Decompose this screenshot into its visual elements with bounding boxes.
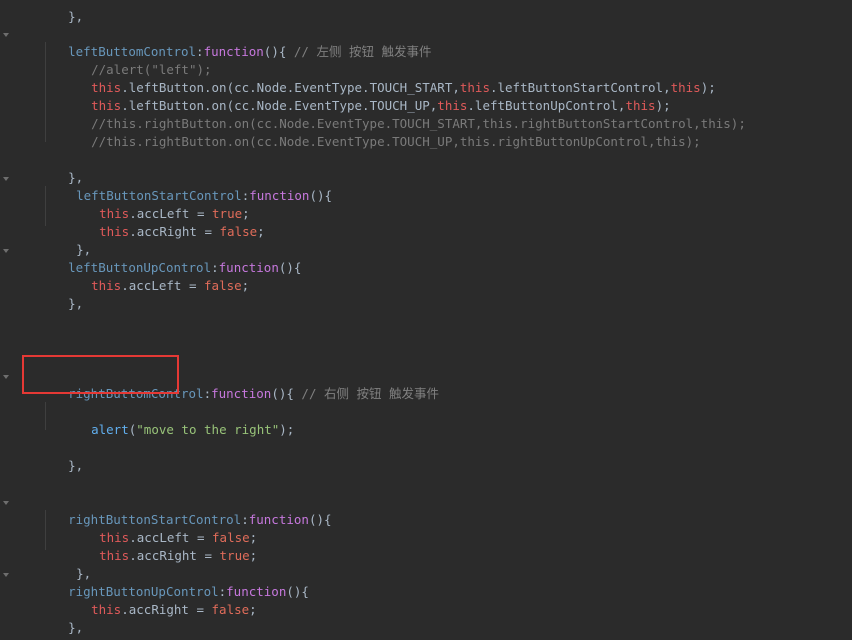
- paren: (){: [271, 386, 294, 401]
- comment: // 左侧 按钮 触发事件: [286, 44, 432, 59]
- code-line[interactable]: alert("move to the right");: [61, 403, 294, 437]
- fold-gutter: [0, 0, 14, 640]
- this-keyword: this: [99, 548, 130, 563]
- fold-arrow-icon[interactable]: [3, 375, 9, 379]
- code-line[interactable]: this.accLeft = true;: [69, 187, 250, 221]
- closing-brace: },: [68, 620, 84, 635]
- boolean-value: false: [211, 602, 250, 617]
- paren: (){: [263, 44, 287, 59]
- closing-brace: },: [68, 458, 84, 473]
- boolean-value: false: [204, 278, 242, 293]
- function-call: alert: [91, 422, 129, 437]
- function-keyword: function: [248, 512, 309, 527]
- function-keyword: function: [249, 188, 310, 203]
- this-keyword: this: [91, 602, 122, 617]
- code-line[interactable]: },: [46, 547, 91, 581]
- comment: // 右侧 按钮 触发事件: [293, 386, 440, 401]
- semicolon: ;: [249, 548, 258, 563]
- colon: :: [203, 386, 212, 401]
- code-line[interactable]: //this.rightButton.on(cc.Node.EventType.…: [61, 97, 746, 131]
- fold-arrow-icon[interactable]: [3, 501, 9, 505]
- code-line[interactable]: rightButtonUpControl:function(){: [38, 565, 309, 599]
- paren: (){: [286, 584, 309, 599]
- paren: );: [279, 422, 295, 437]
- code-line[interactable]: },: [38, 277, 83, 311]
- paren: (){: [308, 512, 332, 527]
- function-keyword: function: [203, 44, 264, 59]
- fold-arrow-icon[interactable]: [3, 573, 9, 577]
- code-text: );: [700, 80, 716, 95]
- code-line[interactable]: this.accRight = false;: [61, 583, 257, 617]
- code-line[interactable]: leftButtonStartControl:function(){: [46, 169, 332, 203]
- fold-arrow-icon[interactable]: [3, 249, 9, 253]
- this-keyword: this: [91, 278, 122, 293]
- comment: //this.rightButton.on(cc.Node.EventType.…: [91, 134, 701, 149]
- fold-arrow-icon[interactable]: [3, 177, 9, 181]
- semicolon: ;: [257, 224, 265, 239]
- boolean-value: true: [219, 548, 250, 563]
- code-text: .accRight =: [129, 548, 220, 563]
- fold-arrow-icon[interactable]: [3, 33, 9, 37]
- code-line[interactable]: this.accLeft = false;: [61, 259, 249, 293]
- code-line[interactable]: },: [46, 223, 91, 257]
- code-line[interactable]: //this.rightButton.on(cc.Node.EventType.…: [61, 115, 701, 149]
- highlight-box: [22, 355, 179, 394]
- paren: (){: [278, 260, 302, 275]
- this-keyword: this: [99, 224, 130, 239]
- code-line[interactable]: },: [38, 439, 83, 473]
- paren: (){: [309, 188, 333, 203]
- code-text: .accRight =: [121, 602, 212, 617]
- this-keyword: this: [670, 80, 701, 95]
- semicolon: ;: [241, 278, 250, 293]
- boolean-value: false: [219, 224, 258, 239]
- code-line[interactable]: leftButtonUpControl:function(){: [38, 241, 301, 275]
- code-editor[interactable]: }, leftButtomControl:function(){ // 左侧 按…: [0, 0, 852, 640]
- code-line[interactable]: leftButtomControl:function(){ // 左侧 按钮 触…: [38, 25, 431, 59]
- code-text: .accLeft =: [121, 278, 205, 293]
- semicolon: ;: [249, 602, 257, 617]
- code-line[interactable]: rightButtonStartControl:function(){: [38, 493, 331, 527]
- code-line[interactable]: },: [38, 151, 83, 185]
- code-line[interactable]: this.accLeft = false;: [69, 511, 257, 545]
- code-line[interactable]: this.accRight = true;: [69, 529, 257, 563]
- code-line[interactable]: },: [38, 0, 83, 24]
- closing-brace: },: [68, 296, 84, 311]
- function-keyword: function: [211, 386, 272, 401]
- code-text: .accRight =: [129, 224, 220, 239]
- code-line[interactable]: this.leftButton.on(cc.Node.EventType.TOU…: [61, 79, 671, 113]
- code-line[interactable]: },: [38, 601, 83, 635]
- code-line[interactable]: this.accRight = false;: [69, 205, 265, 239]
- code-line[interactable]: this.leftButton.on(cc.Node.EventType.TOU…: [61, 61, 716, 95]
- string-literal: "move to the right": [136, 422, 280, 437]
- code-line[interactable]: //alert("left");: [61, 43, 211, 77]
- closing-brace: },: [68, 9, 84, 24]
